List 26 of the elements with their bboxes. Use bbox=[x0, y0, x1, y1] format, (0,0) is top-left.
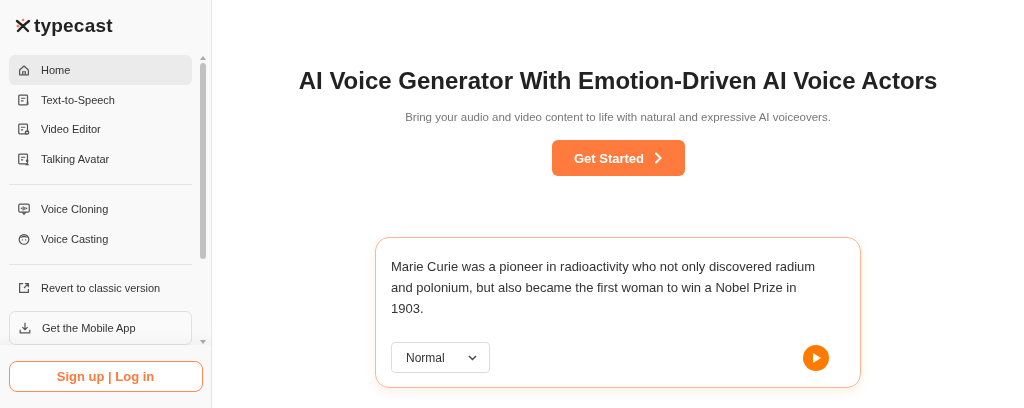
document-gear-icon bbox=[17, 122, 31, 137]
logo-text: typecast bbox=[34, 14, 113, 37]
document-person-icon bbox=[17, 152, 31, 167]
face-icon bbox=[17, 231, 31, 246]
hero-title: AI Voice Generator With Emotion-Driven AI Voice Actors bbox=[298, 67, 938, 95]
download-icon bbox=[18, 321, 32, 336]
external-link-icon bbox=[17, 281, 31, 296]
mobile-app-button[interactable]: Get the Mobile App bbox=[9, 311, 192, 345]
scrollbar[interactable] bbox=[199, 55, 207, 345]
document-speaker-icon bbox=[17, 92, 31, 107]
revert-link[interactable]: Revert to classic version bbox=[9, 273, 192, 304]
nav-item[interactable]: Talking Avatar bbox=[9, 144, 192, 174]
logo-icon bbox=[15, 17, 31, 34]
nav-item[interactable]: Voice Casting bbox=[9, 223, 192, 254]
style-select[interactable]: Normal bbox=[391, 342, 490, 373]
chevron-down-icon bbox=[468, 354, 477, 361]
nav-item[interactable]: Voice Cloning bbox=[9, 194, 192, 224]
nav-item[interactable]: Video Editor bbox=[9, 114, 192, 145]
monitor-waveform-icon bbox=[17, 201, 31, 216]
hero-subtitle: Bring your audio and video content to life with natural and expressive AI voiceovers. bbox=[405, 111, 831, 123]
chevron-right-icon bbox=[654, 152, 663, 164]
scroll-up-icon[interactable] bbox=[199, 55, 207, 61]
play-button[interactable] bbox=[803, 344, 829, 371]
demo-text[interactable]: Marie Curie was a pioneer in radioactivity who not only discovered radium and polonium, but also became the first woman to win a Nobel Prize in 1903. bbox=[391, 256, 845, 319]
nav-item[interactable]: Home bbox=[9, 55, 192, 85]
nav-item[interactable]: Text-to-Speech bbox=[9, 84, 192, 115]
